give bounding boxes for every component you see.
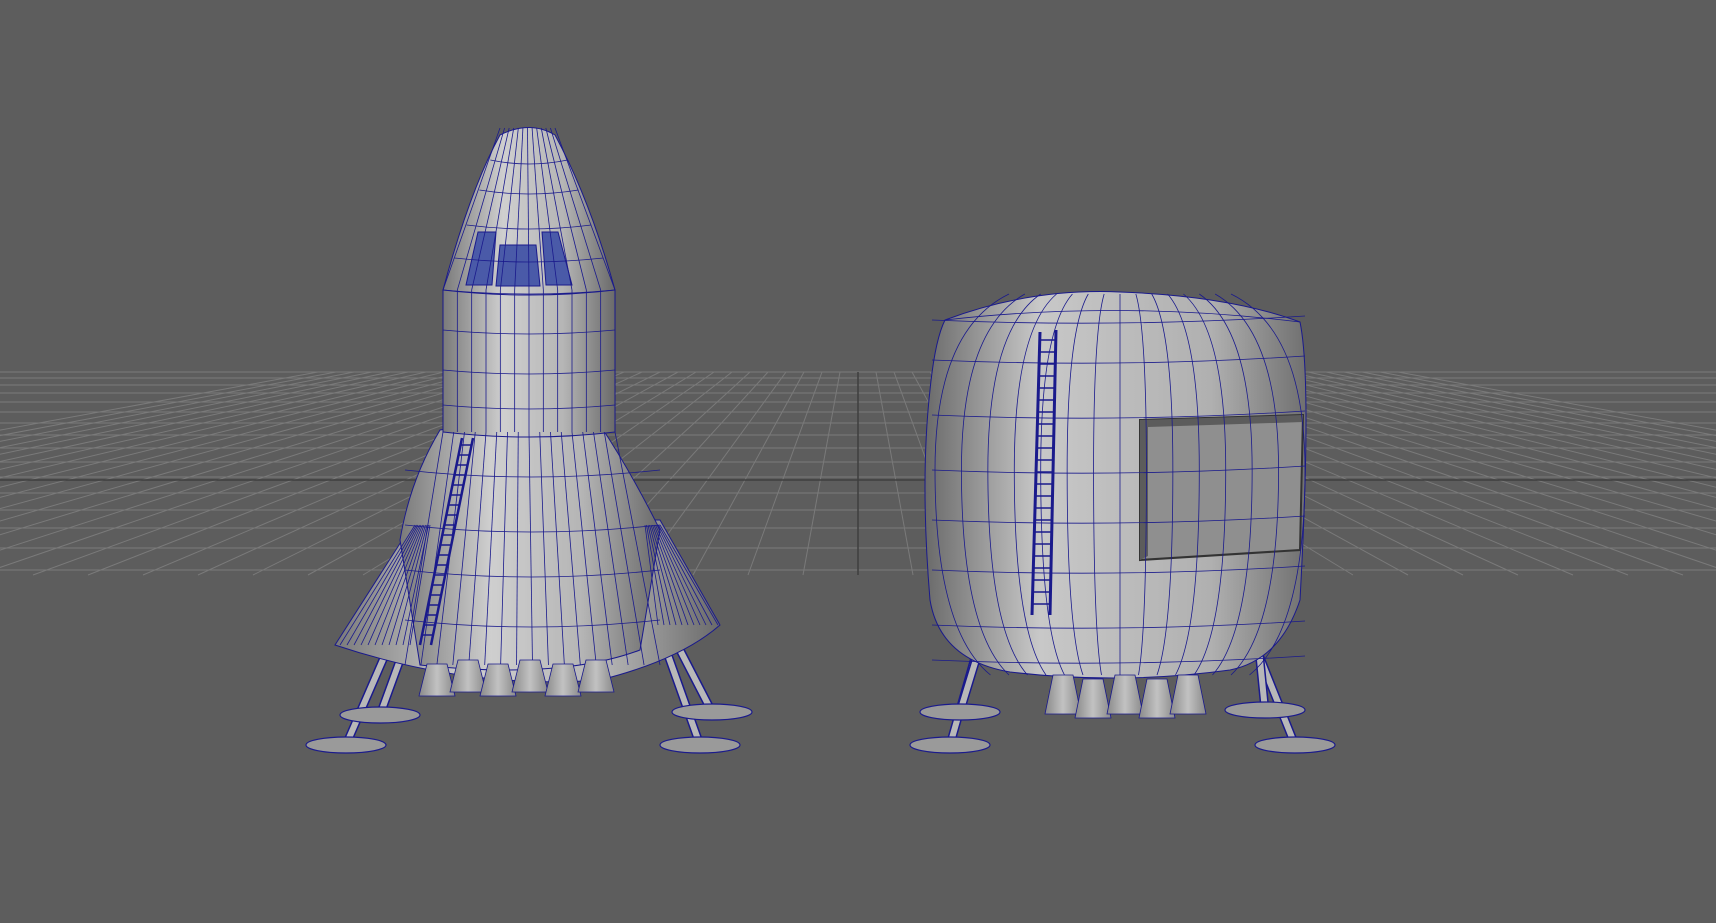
footpad (305, 736, 387, 754)
ground-grid (0, 371, 1716, 576)
footpad (671, 703, 753, 721)
viewport-canvas[interactable] (0, 0, 1716, 923)
footpad (1254, 736, 1336, 754)
rocket-window-center (495, 244, 541, 287)
footpad (659, 736, 741, 754)
nozzle (1169, 674, 1207, 715)
footpad (909, 736, 991, 754)
footpad (339, 706, 421, 724)
nozzle (1074, 678, 1112, 719)
capsule-habitat-mesh[interactable] (909, 291, 1336, 754)
rocket-lander-mesh[interactable] (305, 127, 753, 754)
3d-viewport[interactable] (0, 0, 1716, 923)
nozzle (1044, 674, 1082, 715)
capsule-engine-nozzles (1044, 674, 1207, 719)
nozzle (1106, 674, 1144, 715)
footpad (919, 703, 1001, 721)
nozzle (1138, 678, 1176, 719)
footpad (1224, 701, 1306, 719)
